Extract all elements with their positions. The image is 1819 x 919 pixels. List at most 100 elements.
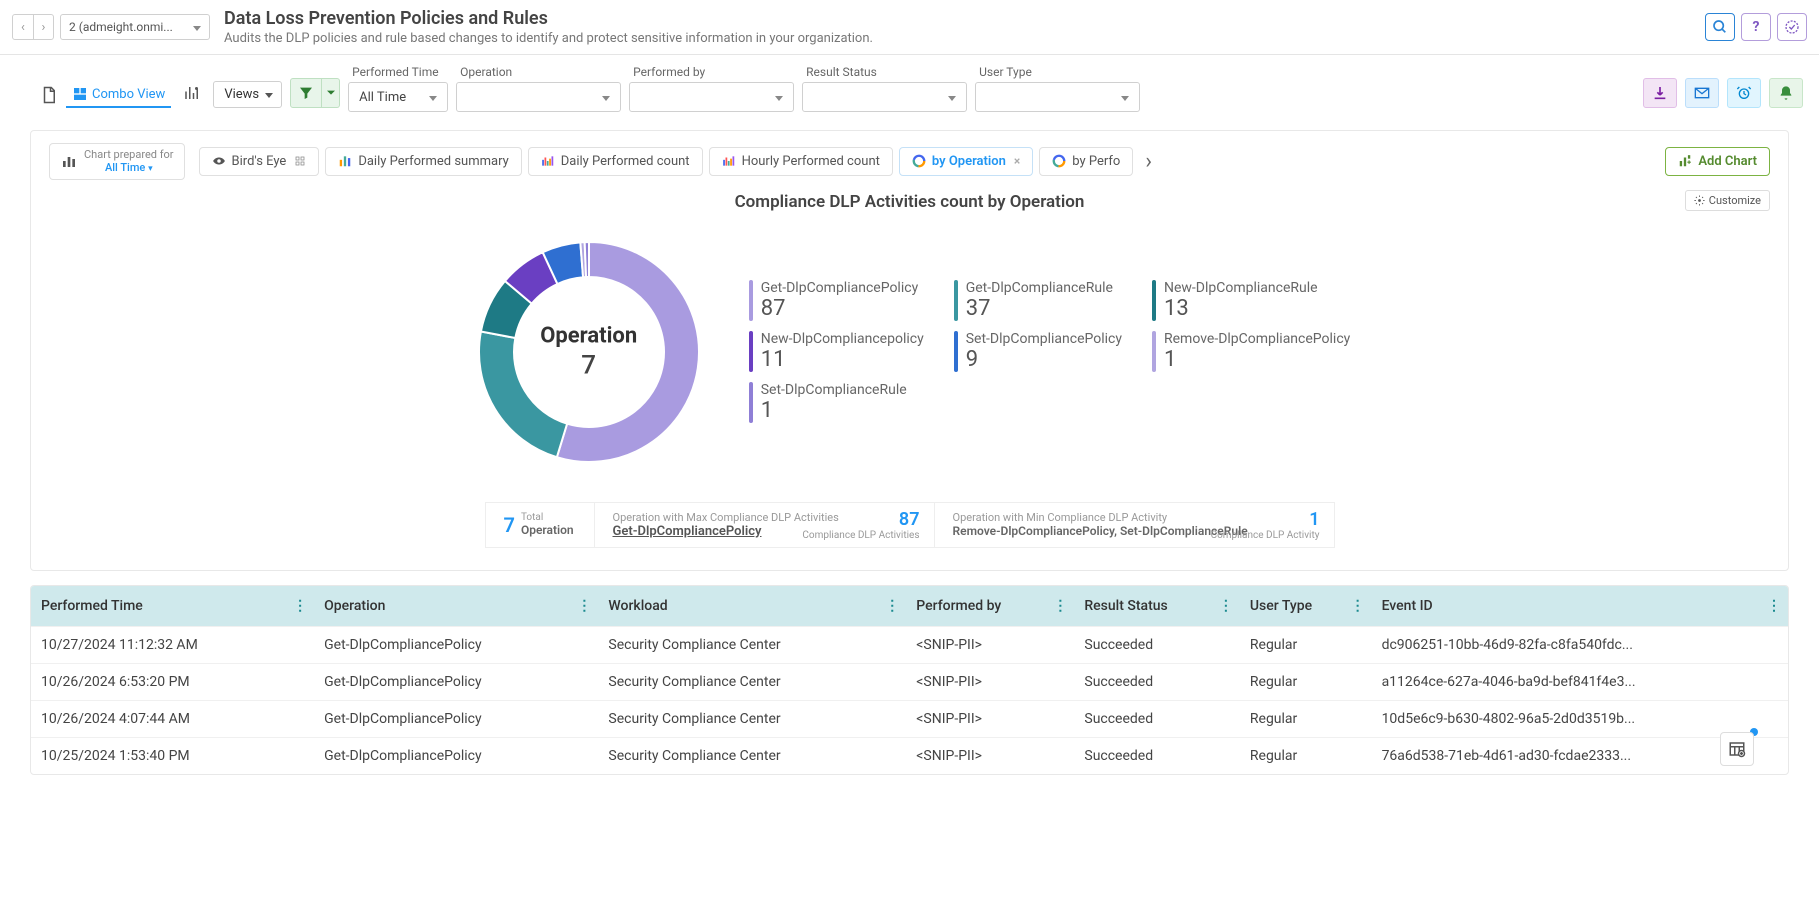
filter-label: Result Status bbox=[802, 65, 967, 79]
summary-max: Operation with Max Compliance DLP Activi… bbox=[595, 502, 935, 548]
column-menu-icon[interactable]: ⋮ bbox=[1351, 598, 1364, 614]
add-chart-button[interactable]: Add Chart bbox=[1665, 147, 1770, 176]
topbar: ‹ › 2 (admeight.onmi... Data Loss Preven… bbox=[0, 0, 1819, 55]
table-config-button[interactable] bbox=[1720, 732, 1754, 766]
table-cell: Security Compliance Center bbox=[598, 663, 906, 700]
download-button[interactable] bbox=[1643, 78, 1677, 108]
page-header: Data Loss Prevention Policies and Rules … bbox=[224, 8, 873, 46]
email-button[interactable] bbox=[1685, 78, 1719, 108]
tab-icon bbox=[1052, 154, 1066, 168]
table-cell: <SNIP-PII> bbox=[906, 663, 1074, 700]
filter-user-type: User Type bbox=[975, 65, 1140, 112]
column-header[interactable]: Event ID⋮ bbox=[1372, 586, 1788, 627]
column-header[interactable]: Performed by⋮ bbox=[906, 586, 1074, 627]
legend-color-bar bbox=[954, 331, 958, 372]
audit-status-button[interactable] bbox=[1777, 13, 1807, 41]
table-row[interactable]: 10/27/2024 11:12:32 AMGet-DlpComplianceP… bbox=[31, 626, 1788, 663]
topbar-actions: ? bbox=[1705, 13, 1807, 41]
funnel-icon bbox=[298, 85, 314, 101]
combo-icon bbox=[72, 86, 88, 102]
help-button[interactable]: ? bbox=[1741, 13, 1771, 41]
chart-prepared-chip[interactable]: Chart prepared for All Time ▾ bbox=[49, 143, 185, 180]
chart-tab-5[interactable]: by Perfo bbox=[1039, 147, 1133, 176]
alarm-icon bbox=[1736, 85, 1752, 101]
legend-color-bar bbox=[749, 280, 753, 321]
chart-tab-3[interactable]: Hourly Performed count bbox=[709, 147, 893, 176]
customize-button[interactable]: Customize bbox=[1685, 190, 1770, 211]
column-menu-icon[interactable]: ⋮ bbox=[293, 598, 306, 614]
tab-icon bbox=[212, 154, 226, 168]
tabs-scroll-right[interactable]: › bbox=[1139, 149, 1158, 174]
filter-operation: Operation bbox=[456, 65, 621, 112]
table-cell: Regular bbox=[1240, 663, 1372, 700]
chart-panel: Chart prepared for All Time ▾ Bird's Eye… bbox=[30, 130, 1789, 571]
chart-title-row: Compliance DLP Activities count by Opera… bbox=[49, 192, 1770, 212]
filter-result-status: Result Status bbox=[802, 65, 967, 112]
nav-back-button[interactable]: ‹ bbox=[13, 15, 33, 39]
chart-tab-1[interactable]: Daily Performed summary bbox=[325, 147, 521, 176]
performed-by-select[interactable] bbox=[629, 82, 794, 112]
views-label: Views bbox=[224, 87, 259, 102]
summary-min: Operation with Min Compliance DLP Activi… bbox=[935, 502, 1335, 548]
tenant-dropdown[interactable]: 2 (admeight.onmi... bbox=[60, 14, 210, 40]
filter-label: Performed by bbox=[629, 65, 794, 79]
combo-view-tab[interactable]: Combo View bbox=[66, 82, 171, 108]
column-menu-icon[interactable]: ⋮ bbox=[885, 598, 898, 614]
toolbar-actions bbox=[1643, 78, 1803, 108]
filter-label: Operation bbox=[456, 65, 621, 79]
column-header[interactable]: Performed Time⋮ bbox=[31, 586, 314, 627]
table-cell: Regular bbox=[1240, 700, 1372, 737]
table-cell: Security Compliance Center bbox=[598, 626, 906, 663]
help-icon: ? bbox=[1753, 19, 1760, 35]
gear-icon bbox=[1694, 195, 1705, 206]
table-cell: Succeeded bbox=[1074, 663, 1240, 700]
table-row[interactable]: 10/26/2024 6:53:20 PMGet-DlpCompliancePo… bbox=[31, 663, 1788, 700]
filter-button[interactable] bbox=[290, 78, 322, 108]
column-header[interactable]: Result Status⋮ bbox=[1074, 586, 1240, 627]
chart-tab-0[interactable]: Bird's Eye bbox=[199, 147, 320, 176]
mail-icon bbox=[1694, 85, 1710, 101]
check-circle-icon bbox=[1784, 19, 1800, 35]
schedule-button[interactable] bbox=[1727, 78, 1761, 108]
page-subtitle: Audits the DLP policies and rule based c… bbox=[224, 31, 873, 46]
column-menu-icon[interactable]: ⋮ bbox=[577, 598, 590, 614]
table-cell: 10/25/2024 1:53:40 PM bbox=[31, 737, 314, 774]
user-type-select[interactable] bbox=[975, 82, 1140, 112]
column-header[interactable]: Workload⋮ bbox=[598, 586, 906, 627]
chart-toggle-icon[interactable] bbox=[179, 80, 205, 106]
legend-item[interactable]: Remove-DlpCompliancePolicy1 bbox=[1152, 331, 1350, 372]
chart-tab-2[interactable]: Daily Performed count bbox=[528, 147, 703, 176]
nav-forward-button[interactable]: › bbox=[33, 15, 53, 39]
table-row[interactable]: 10/25/2024 1:53:40 PMGet-DlpCompliancePo… bbox=[31, 737, 1788, 774]
operation-select[interactable] bbox=[456, 82, 621, 112]
performed-time-select[interactable]: All Time bbox=[348, 82, 448, 112]
legend-item[interactable]: New-DlpCompliancepolicy11 bbox=[749, 331, 924, 372]
results-table-panel: Performed Time⋮Operation⋮Workload⋮Perfor… bbox=[30, 585, 1789, 775]
table-row[interactable]: 10/26/2024 4:07:44 AMGet-DlpCompliancePo… bbox=[31, 700, 1788, 737]
filter-dropdown-toggle[interactable] bbox=[322, 78, 340, 108]
filter-label: User Type bbox=[975, 65, 1140, 79]
legend-item[interactable]: Set-DlpComplianceRule1 bbox=[749, 382, 924, 423]
column-menu-icon[interactable]: ⋮ bbox=[1767, 598, 1780, 614]
download-icon bbox=[1652, 85, 1668, 101]
tab-label: Daily Performed summary bbox=[358, 154, 508, 169]
table-cell: 10/26/2024 6:53:20 PM bbox=[31, 663, 314, 700]
search-button[interactable] bbox=[1705, 13, 1735, 41]
alert-button[interactable] bbox=[1769, 78, 1803, 108]
column-menu-icon[interactable]: ⋮ bbox=[1219, 598, 1232, 614]
legend-item[interactable]: Set-DlpCompliancePolicy9 bbox=[954, 331, 1122, 372]
results-table: Performed Time⋮Operation⋮Workload⋮Perfor… bbox=[31, 586, 1788, 774]
legend-item[interactable]: Get-DlpComplianceRule37 bbox=[954, 280, 1122, 321]
chart-tab-4[interactable]: by Operation × bbox=[899, 147, 1033, 176]
tab-label: Hourly Performed count bbox=[742, 154, 880, 169]
column-header[interactable]: Operation⋮ bbox=[314, 586, 598, 627]
table-columns-icon bbox=[1728, 740, 1746, 758]
result-status-select[interactable] bbox=[802, 82, 967, 112]
legend-color-bar bbox=[954, 280, 958, 321]
close-icon[interactable]: × bbox=[1014, 154, 1020, 168]
legend-item[interactable]: Get-DlpCompliancePolicy87 bbox=[749, 280, 924, 321]
views-dropdown[interactable]: Views bbox=[213, 81, 282, 108]
column-header[interactable]: User Type⋮ bbox=[1240, 586, 1372, 627]
legend-item[interactable]: New-DlpComplianceRule13 bbox=[1152, 280, 1350, 321]
column-menu-icon[interactable]: ⋮ bbox=[1053, 598, 1066, 614]
